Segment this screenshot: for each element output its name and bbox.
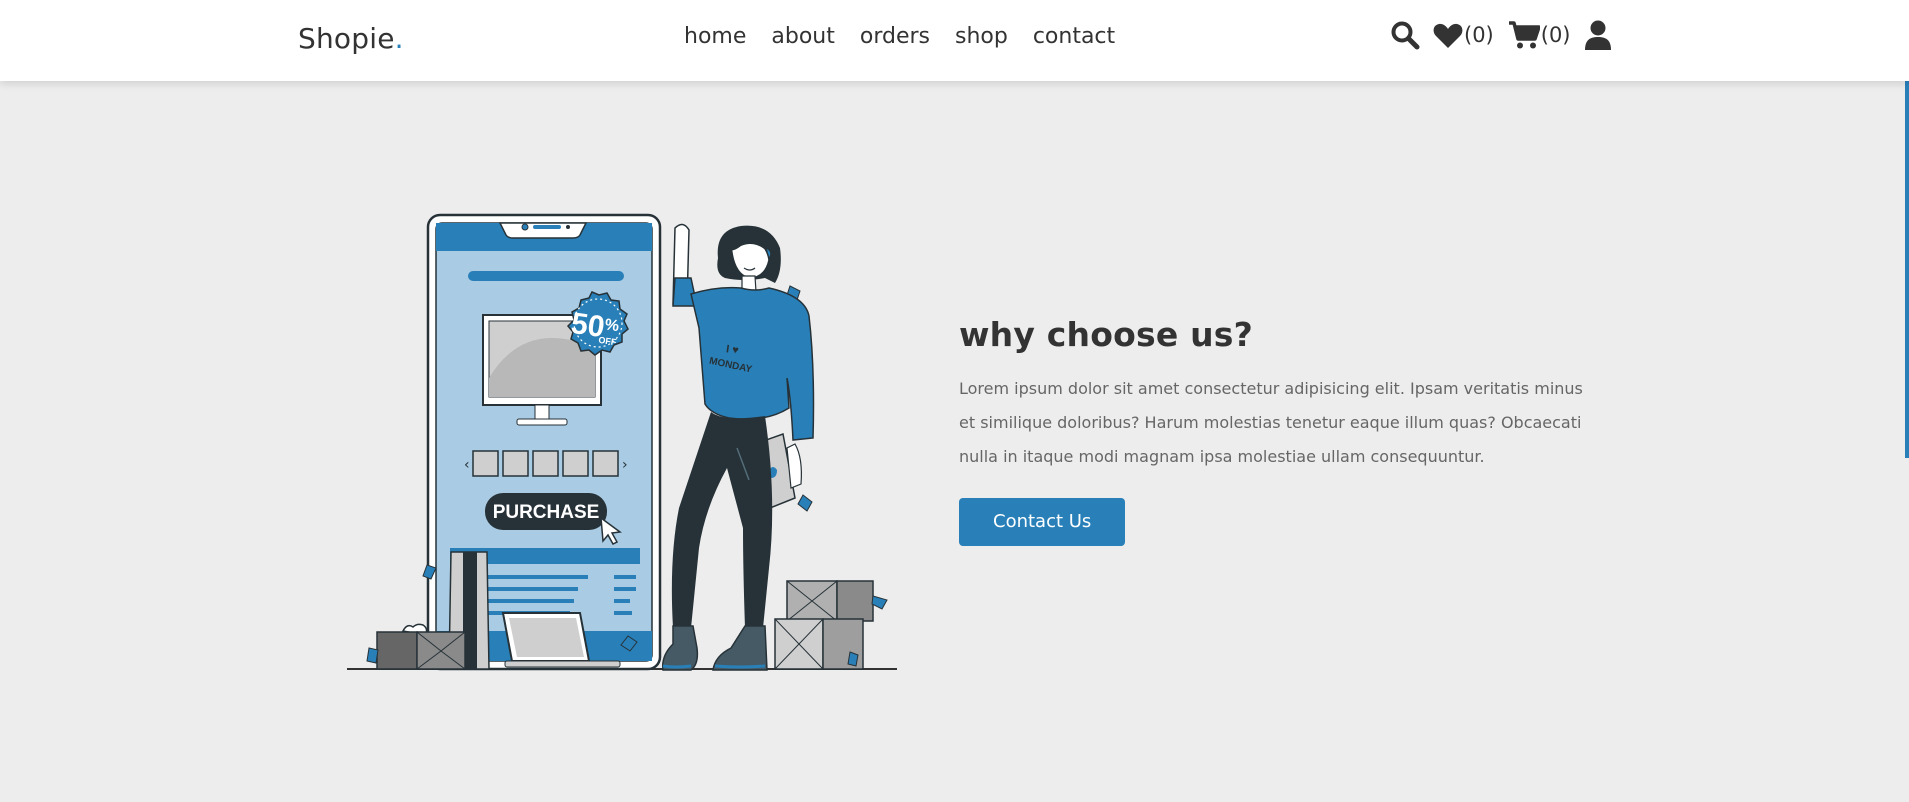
section-description: Lorem ipsum dolor sit amet consectetur a… <box>959 379 1583 466</box>
section-title: why choose us? <box>959 315 1253 354</box>
shirt-text-i: I <box>725 343 730 355</box>
purchase-label: PURCHASE <box>493 502 600 523</box>
user-icon[interactable] <box>1584 20 1611 50</box>
shopping-illustration: 50% OFF ‹ › PURCHASE I ♥ MONDAY <box>345 208 905 678</box>
cart-button[interactable]: (0) <box>1508 20 1571 50</box>
nav-contact[interactable]: contact <box>1033 24 1115 49</box>
wishlist-button[interactable]: (0) <box>1433 22 1494 49</box>
badge-percent: % <box>604 316 620 335</box>
why-choose-us-section: why choose us? Lorem ipsum dolor sit ame… <box>959 315 1599 546</box>
nav-home[interactable]: home <box>684 24 746 49</box>
cart-icon <box>1508 21 1540 49</box>
svg-text:›: › <box>622 457 628 473</box>
svg-text:‹: ‹ <box>464 457 470 473</box>
cart-count: (0) <box>1540 23 1571 47</box>
header-icons: (0) (0) <box>1390 20 1611 50</box>
search-icon[interactable] <box>1390 20 1420 50</box>
logo-dot: . <box>394 22 404 55</box>
site-header: Shopie. home about orders shop contact (… <box>0 0 1909 81</box>
heart-icon <box>1433 23 1463 48</box>
nav-orders[interactable]: orders <box>860 24 930 49</box>
main-nav: home about orders shop contact <box>684 24 1115 49</box>
nav-shop[interactable]: shop <box>955 24 1008 49</box>
svg-text:I ♥: I ♥ <box>725 343 739 357</box>
contact-us-button[interactable]: Contact Us <box>959 498 1126 546</box>
logo[interactable]: Shopie. <box>298 22 404 55</box>
wishlist-count: (0) <box>1464 23 1494 47</box>
nav-about[interactable]: about <box>771 24 834 49</box>
logo-text[interactable]: Shopie <box>298 22 395 55</box>
